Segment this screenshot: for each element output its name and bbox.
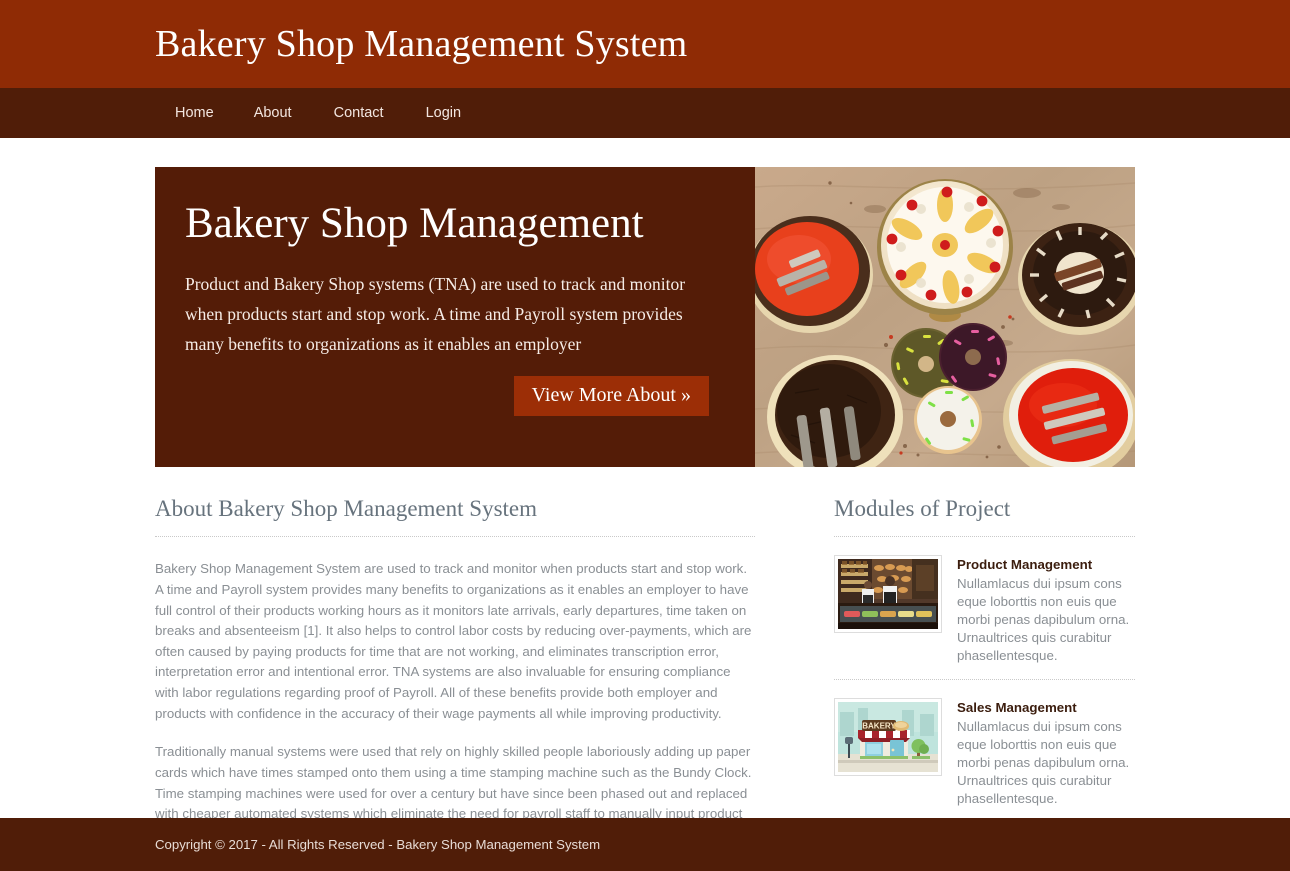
nav-item-login[interactable]: Login	[426, 106, 461, 121]
nav-item-about[interactable]: About	[254, 106, 292, 121]
assorted-cakes-and-donuts-photo	[755, 167, 1135, 467]
module-title: Product Management	[957, 557, 1093, 573]
content-columns: About Bakery Shop Management System Bake…	[155, 496, 1135, 845]
about-section: About Bakery Shop Management System Bake…	[155, 496, 755, 845]
nav-item-home[interactable]: Home	[175, 106, 214, 121]
module-description: Nullamlacus dui ipsum cons eque lobortti…	[957, 576, 1130, 664]
module-item-product-management[interactable]: Product Management Nullamlacus dui ipsum…	[834, 537, 1135, 681]
main-navigation: Home About Contact Login	[0, 88, 1290, 138]
module-description: Nullamlacus dui ipsum cons eque lobortti…	[957, 719, 1130, 806]
hero-description: Product and Bakery Shop systems (TNA) ar…	[185, 274, 686, 355]
module-item-sales-management[interactable]: BAKERY Sales Management Nullamlacus dui …	[834, 680, 1135, 823]
modules-heading: Modules of Project	[834, 496, 1135, 538]
module-text-block: Sales Management Nullamlacus dui ipsum c…	[957, 698, 1135, 808]
hero-title: Bakery Shop Management	[185, 200, 644, 247]
site-header: Bakery Shop Management System	[0, 0, 1290, 88]
copyright-text: Copyright © 2017 - All Rights Reserved -…	[155, 836, 601, 852]
nav-item-contact[interactable]: Contact	[334, 106, 384, 121]
about-heading: About Bakery Shop Management System	[155, 496, 755, 538]
bakery-storefront-illustration: BAKERY	[834, 698, 942, 777]
page-content: Bakery Shop Management Product and Baker…	[0, 138, 1290, 845]
hero-text-block: Bakery Shop Management Product and Baker…	[155, 167, 755, 467]
module-title: Sales Management	[957, 700, 1077, 716]
hero-button-container: View More About »	[185, 375, 715, 416]
view-more-about-button[interactable]: View More About »	[513, 375, 709, 416]
bakery-shop-interior-photo	[834, 555, 942, 634]
site-footer: Copyright © 2017 - All Rights Reserved -…	[0, 818, 1290, 871]
svg-text:BAKERY: BAKERY	[862, 722, 896, 731]
modules-section: Modules of Project Product Management Nu…	[834, 496, 1135, 845]
hero-banner: Bakery Shop Management Product and Baker…	[155, 167, 1135, 467]
module-text-block: Product Management Nullamlacus dui ipsum…	[957, 555, 1135, 665]
page-title: Bakery Shop Management System	[155, 23, 688, 65]
about-paragraph-1: Bakery Shop Management System are used t…	[155, 561, 752, 721]
